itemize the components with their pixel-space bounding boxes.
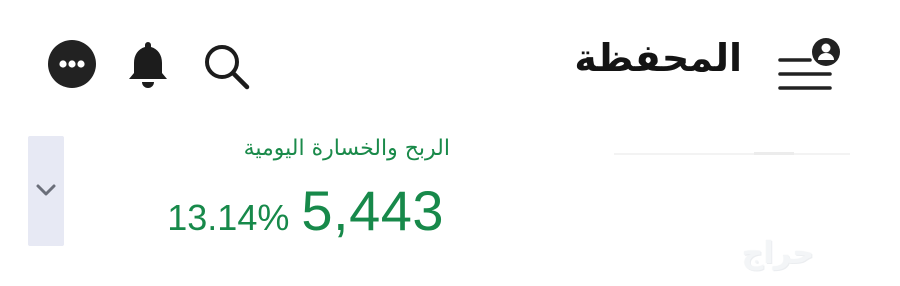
bell-icon xyxy=(129,42,167,88)
daily-pnl-label: الربح والخسارة اليومية xyxy=(243,136,450,161)
more-options-button[interactable] xyxy=(48,40,96,88)
search-icon xyxy=(205,45,250,90)
obscured-content xyxy=(614,152,850,155)
search-button[interactable] xyxy=(200,40,252,92)
chevron-down-icon xyxy=(36,184,56,196)
daily-pnl: 13.14% 5,443 xyxy=(167,178,444,243)
top-bar: المحفظة xyxy=(0,0,900,120)
menu-with-profile-icon xyxy=(778,38,840,90)
page-title: المحفظة xyxy=(574,36,742,80)
notifications-button[interactable] xyxy=(124,38,172,90)
watermark-logo: حراج xyxy=(741,236,815,271)
menu-button[interactable] xyxy=(776,36,846,96)
daily-pnl-value: 5,443 xyxy=(301,179,444,242)
daily-pnl-percent: 13.14% xyxy=(167,197,290,238)
more-horizontal-icon xyxy=(59,60,85,68)
expand-dropdown[interactable] xyxy=(28,136,64,246)
